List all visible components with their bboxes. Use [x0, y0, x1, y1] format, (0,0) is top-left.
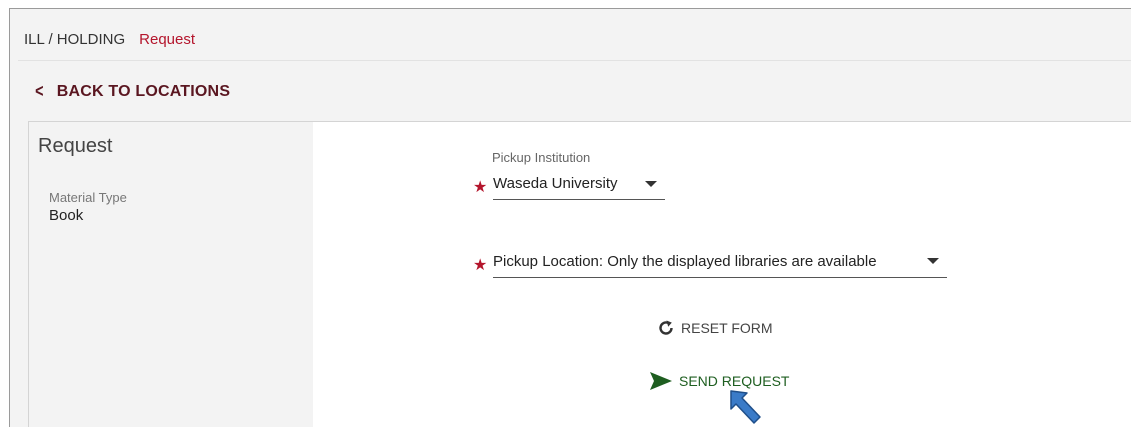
- pickup-institution-select[interactable]: Waseda University: [493, 172, 665, 200]
- refresh-icon: [659, 320, 673, 335]
- request-card: Request Material Type Book Pickup Instit…: [28, 121, 1131, 427]
- material-type-label: Material Type: [49, 190, 127, 205]
- breadcrumb-parent[interactable]: ILL / HOLDING: [24, 31, 125, 48]
- divider: [18, 60, 1131, 61]
- pickup-location-select[interactable]: Pickup Location: Only the displayed libr…: [493, 249, 947, 278]
- pickup-location-value: Pickup Location: Only the displayed libr…: [493, 252, 877, 270]
- pickup-institution-label: Pickup Institution: [492, 150, 591, 165]
- breadcrumb: ILL / HOLDING Request: [24, 31, 195, 48]
- reset-label: RESET FORM: [681, 320, 773, 336]
- request-summary-panel: Request Material Type Book: [29, 122, 313, 427]
- back-to-locations-button[interactable]: < BACK TO LOCATIONS: [34, 81, 230, 102]
- material-type-value: Book: [49, 207, 84, 224]
- required-star: ★: [473, 179, 488, 196]
- panel-title: Request: [38, 135, 113, 157]
- breadcrumb-current: Request: [139, 31, 196, 48]
- arrow-pointer-icon: [730, 390, 761, 424]
- paper-plane-icon: [650, 372, 672, 390]
- required-star: ★: [473, 257, 488, 274]
- pickup-institution-value: Waseda University: [493, 175, 618, 192]
- chevron-left-icon: <: [35, 81, 44, 101]
- reset-form-button[interactable]: RESET FORM: [657, 319, 773, 337]
- back-label: BACK TO LOCATIONS: [56, 82, 231, 100]
- send-label: SEND REQUEST: [679, 373, 790, 389]
- send-request-button[interactable]: SEND REQUEST: [649, 371, 789, 391]
- dropdown-caret-icon: [927, 258, 939, 264]
- dropdown-caret-icon: [645, 180, 657, 187]
